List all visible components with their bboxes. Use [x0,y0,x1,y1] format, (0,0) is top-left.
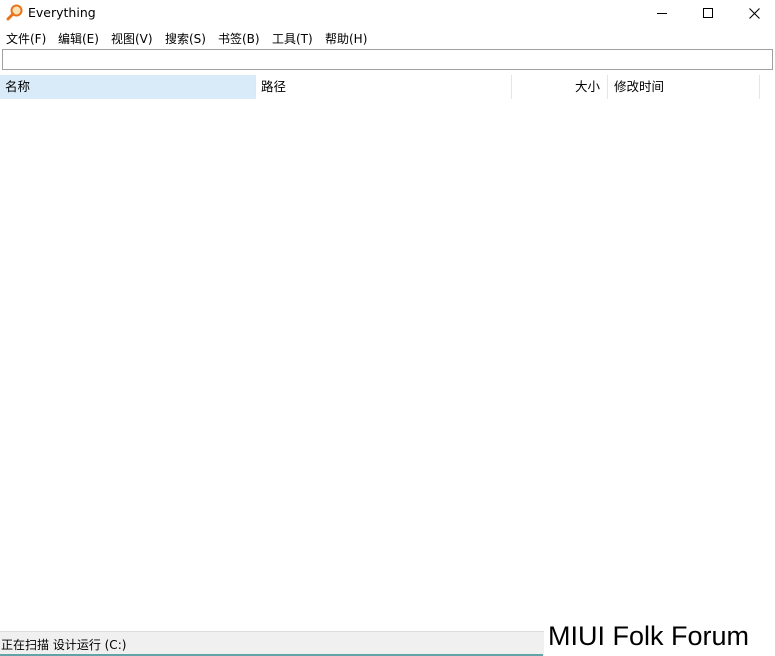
window-title: Everything [28,5,96,20]
results-list[interactable] [0,99,775,630]
maximize-button[interactable] [685,0,731,26]
results-header: 名称 路径 大小 修改时间 [0,75,775,99]
menu-help[interactable]: 帮助(H) [325,30,367,47]
magnifier-app-icon [6,4,23,21]
menu-edit[interactable]: 编辑(E) [58,30,99,47]
menu-tools[interactable]: 工具(T) [272,30,313,47]
minimize-icon [657,8,667,18]
column-header-name[interactable]: 名称 [0,75,255,99]
menu-bar: 文件(F) 编辑(E) 视图(V) 搜索(S) 书签(B) 工具(T) 帮助(H… [0,27,775,47]
title-bar: Everything [0,0,775,26]
column-header-path[interactable]: 路径 [255,75,511,99]
column-header-modified[interactable]: 修改时间 [607,75,760,99]
minimize-button[interactable] [639,0,685,26]
search-input[interactable] [2,49,773,70]
menu-view[interactable]: 视图(V) [111,30,153,47]
column-header-size[interactable]: 大小 [511,75,607,99]
status-text: 正在扫描 设计运行 (C:) [1,638,127,652]
watermark: MIUI Folk Forum [544,617,775,656]
menu-bookmarks[interactable]: 书签(B) [218,30,260,47]
close-icon [748,7,760,19]
maximize-icon [703,8,713,18]
close-button[interactable] [731,0,775,26]
menu-file[interactable]: 文件(F) [6,30,46,47]
menu-search[interactable]: 搜索(S) [165,30,206,47]
